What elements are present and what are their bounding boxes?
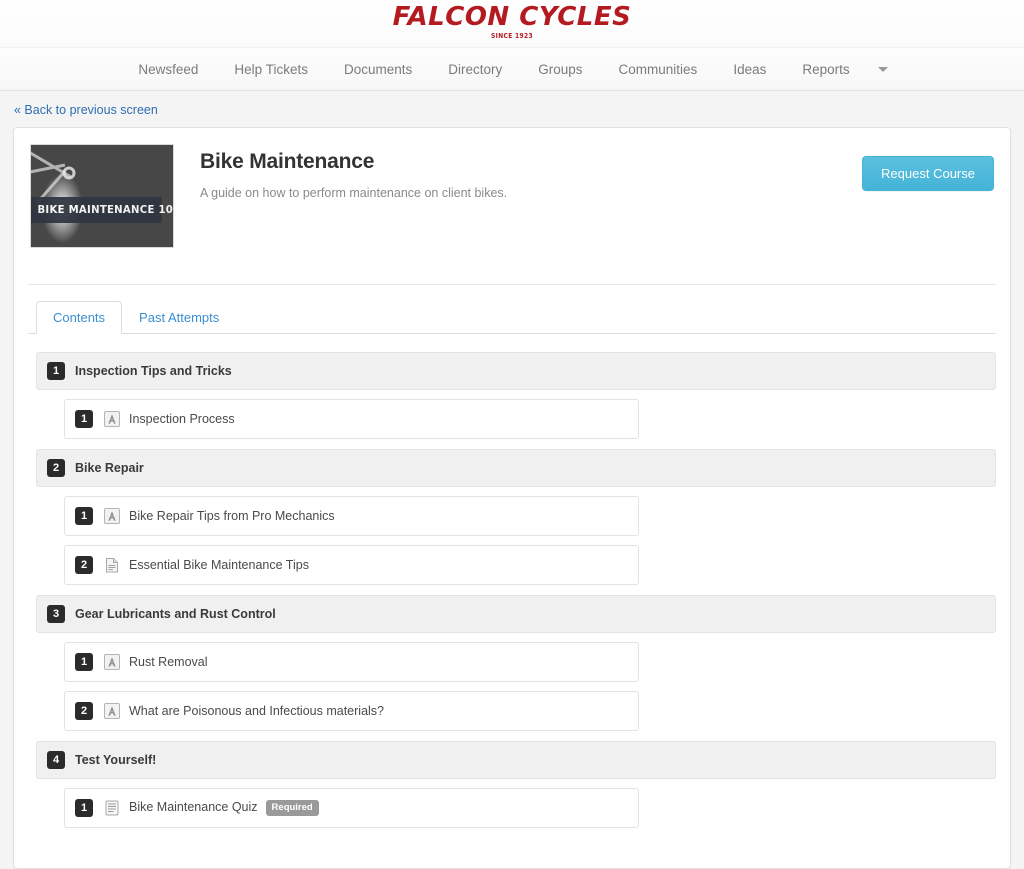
breadcrumb: « Back to previous screen	[0, 91, 1024, 127]
article-icon	[104, 703, 120, 719]
article-icon	[104, 411, 120, 427]
section-number-badge: 1	[47, 362, 65, 380]
list-item-label: Bike Maintenance Quiz Required	[129, 800, 319, 816]
top-header-bar: FALCON CYCLES SINCE 1923	[0, 0, 1024, 48]
course-detail-card: BIKE MAINTENANCE 101 Bike Maintenance A …	[13, 127, 1011, 869]
quiz-icon	[105, 800, 119, 816]
contents-list: 1 Inspection Tips and Tricks 1 Inspectio…	[14, 334, 1010, 868]
brand-logo[interactable]: FALCON CYCLES SINCE 1923	[393, 4, 632, 40]
nav-item-groups[interactable]: Groups	[520, 62, 600, 77]
list-item-label: Bike Repair Tips from Pro Mechanics	[129, 509, 335, 523]
list-item[interactable]: 1 Inspection Process	[64, 399, 639, 439]
section-title: Inspection Tips and Tricks	[75, 364, 232, 378]
brand-name: FALCON CYCLES	[392, 2, 632, 32]
nav-item-newsfeed[interactable]: Newsfeed	[120, 62, 216, 77]
tab-past-attempts[interactable]: Past Attempts	[122, 301, 236, 334]
list-item-label: Essential Bike Maintenance Tips	[129, 558, 309, 572]
section-title: Test Yourself!	[75, 753, 157, 767]
item-number-badge: 2	[75, 556, 93, 574]
course-thumbnail: BIKE MAINTENANCE 101	[30, 144, 174, 248]
list-item[interactable]: 1 Bike Repair Tips from Pro Mechanics	[64, 496, 639, 536]
article-icon	[104, 654, 120, 670]
request-course-button[interactable]: Request Course	[862, 156, 994, 191]
nav-item-reports[interactable]: Reports	[784, 62, 867, 77]
course-tabs: Contents Past Attempts	[28, 285, 996, 334]
item-number-badge: 1	[75, 653, 93, 671]
course-header: BIKE MAINTENANCE 101 Bike Maintenance A …	[14, 128, 1010, 248]
nav-list: Newsfeed Help Tickets Documents Director…	[120, 62, 903, 77]
nav-item-help-tickets[interactable]: Help Tickets	[216, 62, 326, 77]
section-header[interactable]: 2 Bike Repair	[36, 449, 996, 487]
nav-item-ideas[interactable]: Ideas	[715, 62, 784, 77]
section-header[interactable]: 3 Gear Lubricants and Rust Control	[36, 595, 996, 633]
nav-item-documents[interactable]: Documents	[326, 62, 430, 77]
item-number-badge: 1	[75, 799, 93, 817]
section-title: Bike Repair	[75, 461, 144, 475]
list-item-label: Rust Removal	[129, 655, 208, 669]
document-icon	[106, 558, 118, 573]
section-number-badge: 2	[47, 459, 65, 477]
tab-contents[interactable]: Contents	[36, 301, 123, 334]
list-item-label: What are Poisonous and Infectious materi…	[129, 704, 384, 718]
list-item[interactable]: 2 What are Poisonous and Infectious mate…	[64, 691, 639, 731]
item-number-badge: 1	[75, 410, 93, 428]
section-header[interactable]: 4 Test Yourself!	[36, 741, 996, 779]
nav-more-dropdown[interactable]	[868, 66, 904, 72]
list-item-text: Bike Maintenance Quiz	[129, 800, 258, 814]
nav-item-directory[interactable]: Directory	[430, 62, 520, 77]
back-to-previous-screen-link[interactable]: « Back to previous screen	[14, 103, 158, 117]
list-item-label: Inspection Process	[129, 412, 235, 426]
article-icon	[104, 508, 120, 524]
list-item[interactable]: 2 Essential Bike Maintenance Tips	[64, 545, 639, 585]
nav-item-communities[interactable]: Communities	[601, 62, 716, 77]
item-number-badge: 1	[75, 507, 93, 525]
course-thumbnail-caption: BIKE MAINTENANCE 101	[31, 197, 173, 223]
section-number-badge: 4	[47, 751, 65, 769]
section-number-badge: 3	[47, 605, 65, 623]
section-title: Gear Lubricants and Rust Control	[75, 607, 276, 621]
item-number-badge: 2	[75, 702, 93, 720]
list-item[interactable]: 1 Bike Maintenance Quiz Required	[64, 788, 639, 828]
section-header[interactable]: 1 Inspection Tips and Tricks	[36, 352, 996, 390]
list-item[interactable]: 1 Rust Removal	[64, 642, 639, 682]
main-navigation: Newsfeed Help Tickets Documents Director…	[0, 48, 1024, 91]
chevron-down-icon	[877, 66, 888, 72]
brand-tagline: SINCE 1923	[491, 32, 533, 40]
status-badge: Required	[265, 800, 319, 816]
